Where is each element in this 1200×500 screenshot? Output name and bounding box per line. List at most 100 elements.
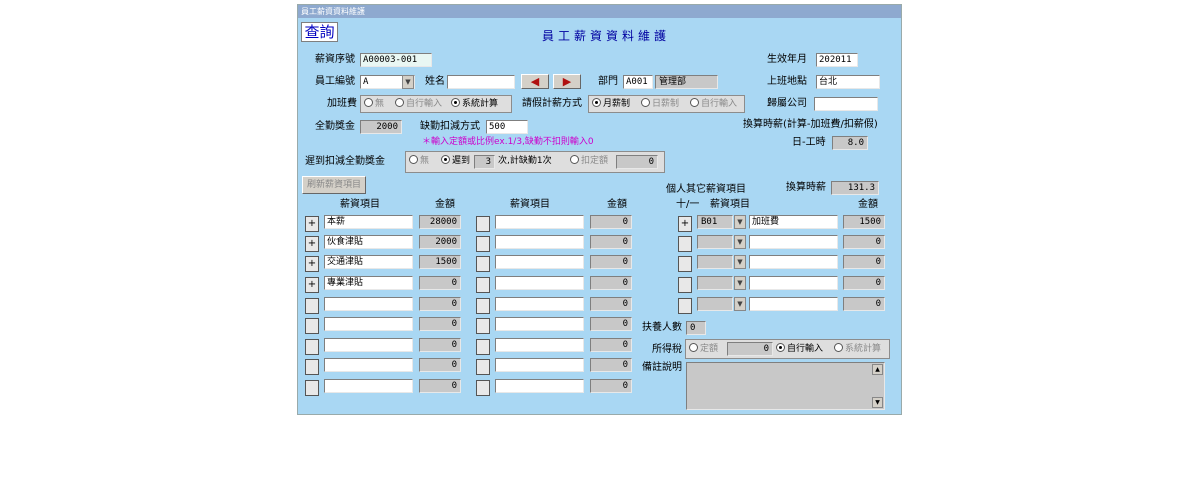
mid-item-sign[interactable]: [476, 236, 490, 252]
right-item-dropdown-button[interactable]: ▼: [734, 235, 746, 249]
left-item-amount: 0: [419, 379, 461, 393]
left-item-name[interactable]: 伙食津貼: [324, 235, 413, 249]
absence-deduct-field[interactable]: 500: [486, 120, 528, 134]
left-item-name[interactable]: 交通津貼: [324, 255, 413, 269]
window-title: 員工薪資資料維護: [301, 7, 365, 16]
right-item-sign[interactable]: +: [678, 216, 692, 232]
next-record-button[interactable]: ▶: [553, 74, 581, 89]
refresh-items-button[interactable]: 刷新薪資項目: [302, 176, 367, 194]
mid-item-name[interactable]: [495, 215, 584, 229]
radio-selected-icon: [451, 98, 460, 107]
left-item-name[interactable]: [324, 297, 413, 311]
scroll-down-icon[interactable]: ▼: [872, 397, 883, 408]
mid-item-sign[interactable]: [476, 277, 490, 293]
radio-icon: [570, 155, 579, 164]
leave-method-option-manual[interactable]: 自行輸入: [690, 97, 737, 111]
left-item-sign[interactable]: +: [305, 216, 319, 232]
late-fixed-field: 0: [616, 155, 658, 169]
right-item-name[interactable]: [749, 297, 838, 311]
emp-no-dropdown-button[interactable]: ▼: [402, 75, 414, 89]
mid-item-name[interactable]: [495, 276, 584, 290]
left-item-sign[interactable]: [305, 359, 319, 375]
mid-item-amount: 0: [590, 317, 632, 331]
mid-item-name[interactable]: [495, 235, 584, 249]
right-item-name[interactable]: [749, 276, 838, 290]
overtime-label: 加班費: [327, 98, 357, 109]
mid-item-name[interactable]: [495, 255, 584, 269]
name-field[interactable]: [447, 75, 515, 89]
income-tax-option-system[interactable]: 系統計算: [834, 342, 881, 356]
income-tax-label: 所得稅: [652, 344, 682, 355]
mode-label: 查詢: [301, 22, 338, 42]
right-item-dropdown-button[interactable]: ▼: [734, 297, 746, 311]
right-item-name[interactable]: [749, 235, 838, 249]
mid-item-name[interactable]: [495, 379, 584, 393]
prev-record-button[interactable]: ◀: [521, 74, 549, 89]
mid-item-name[interactable]: [495, 358, 584, 372]
overtime-option-none[interactable]: 無: [364, 97, 384, 111]
late-deduct-option-fixed[interactable]: 扣定額: [570, 154, 608, 168]
mid-item-name[interactable]: [495, 317, 584, 331]
left-item-sign[interactable]: +: [305, 236, 319, 252]
right-item-name[interactable]: [749, 255, 838, 269]
mid-item-name[interactable]: [495, 338, 584, 352]
dept-code-field[interactable]: A001: [623, 75, 653, 89]
left-item-sign[interactable]: [305, 339, 319, 355]
left-item-sign[interactable]: [305, 298, 319, 314]
right-item-dropdown-button[interactable]: ▼: [734, 215, 746, 229]
radio-icon: [689, 343, 698, 352]
left-item-name[interactable]: 專業津貼: [324, 276, 413, 290]
late-deduct-option-none[interactable]: 無: [409, 154, 429, 168]
mid-item-sign[interactable]: [476, 298, 490, 314]
left-item-sign[interactable]: +: [305, 256, 319, 272]
right-item-sign[interactable]: [678, 236, 692, 252]
mid-item-name[interactable]: [495, 297, 584, 311]
income-tax-option-fixed[interactable]: 定額: [689, 342, 718, 356]
mid-item-sign[interactable]: [476, 359, 490, 375]
hourly-wage-field: 131.3: [831, 181, 879, 195]
remarks-textarea[interactable]: ▲ ▼: [686, 362, 885, 410]
left-item-sign[interactable]: [305, 318, 319, 334]
income-tax-option-manual[interactable]: 自行輸入: [776, 342, 823, 356]
right-item-dropdown-button[interactable]: ▼: [734, 276, 746, 290]
overtime-option-system[interactable]: 系統計算: [451, 97, 498, 111]
mid-item-sign[interactable]: [476, 256, 490, 272]
mid-item-sign[interactable]: [476, 339, 490, 355]
mid-item-amount: 0: [590, 379, 632, 393]
company-field[interactable]: [814, 97, 878, 111]
overtime-option-manual[interactable]: 自行輸入: [395, 97, 442, 111]
hourly-conv-label: 換算時薪(計算-加班費/扣薪假): [743, 119, 878, 130]
effective-month-field[interactable]: 202011: [816, 53, 858, 67]
absence-deduct-label: 缺勤扣減方式: [420, 121, 480, 132]
radio-selected-icon: [592, 98, 601, 107]
income-tax-field: 0: [727, 342, 773, 356]
left-item-name[interactable]: 本薪: [324, 215, 413, 229]
form-title: 員工薪資資料維護: [542, 29, 671, 43]
left-item-name[interactable]: [324, 379, 413, 393]
salary-no-field[interactable]: A00003-001: [360, 53, 432, 67]
left-item-name[interactable]: [324, 338, 413, 352]
left-item-amount: 0: [419, 338, 461, 352]
mid-item-sign[interactable]: [476, 318, 490, 334]
right-item-dropdown-button[interactable]: ▼: [734, 255, 746, 269]
scroll-up-icon[interactable]: ▲: [872, 364, 883, 375]
right-item-name[interactable]: 加班費: [749, 215, 838, 229]
left-amount-header: 金額: [435, 199, 455, 210]
chevron-down-icon: ▼: [737, 238, 743, 246]
leave-method-option-daily[interactable]: 日薪制: [641, 97, 679, 111]
right-item-sign[interactable]: [678, 277, 692, 293]
work-location-field[interactable]: 台北: [816, 75, 880, 89]
mid-item-amount: 0: [590, 215, 632, 229]
right-item-sign[interactable]: [678, 256, 692, 272]
mid-item-sign[interactable]: [476, 380, 490, 396]
left-item-name[interactable]: [324, 358, 413, 372]
right-amount-header: 金額: [858, 199, 878, 210]
late-deduct-option-late[interactable]: 遲到: [441, 154, 470, 168]
left-item-sign[interactable]: +: [305, 277, 319, 293]
right-item-sign[interactable]: [678, 298, 692, 314]
left-item-name[interactable]: [324, 317, 413, 331]
leave-method-option-monthly[interactable]: 月薪制: [592, 97, 630, 111]
left-item-sign[interactable]: [305, 380, 319, 396]
arrow-left-icon: ◀: [530, 75, 540, 88]
mid-item-sign[interactable]: [476, 216, 490, 232]
